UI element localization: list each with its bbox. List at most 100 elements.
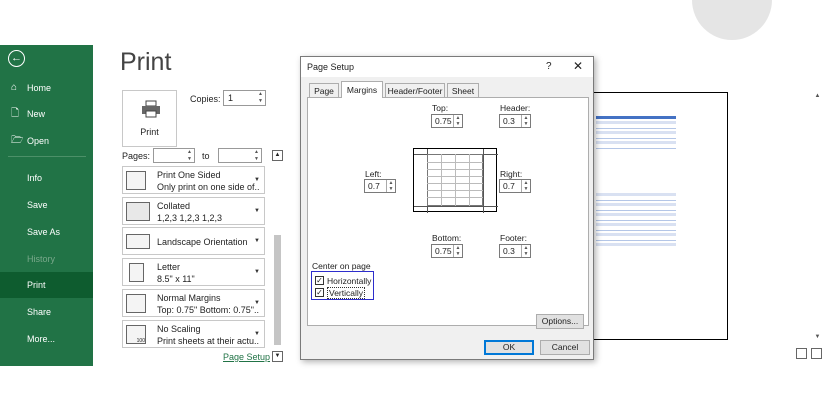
spin-arrows-icon[interactable]: ▲ ▼ [185,149,194,162]
preview-row [596,121,676,124]
nav-item-save[interactable]: Save [0,192,93,218]
spin-arrows-icon[interactable]: ▲ ▼ [453,245,462,257]
option-title: Print One Sided [157,170,221,180]
scroll-up-icon[interactable]: ▲ [272,150,283,161]
preview-view-controls [796,348,824,360]
copies-label: Copies: [190,94,221,104]
spin-arrows-icon[interactable]: ▲ ▼ [256,91,265,105]
preview-scrollbar[interactable]: ▲ ▼ [813,92,822,342]
preview-row [596,136,676,139]
nav-item-info[interactable]: Info [0,165,93,191]
field-value: 0.75 [435,116,452,126]
footer-margin-label: Footer: [500,233,527,243]
sides-dropdown[interactable]: Print One Sided Only print on one side o… [122,166,265,194]
nav-item-history: History [0,246,93,272]
chevron-down-icon: ▼ [254,208,260,214]
nav-item-label: History [27,254,56,264]
landscape-icon [126,234,150,249]
horizontally-checkbox[interactable]: ✓ Horizontally [315,275,371,286]
grid-line [427,162,483,163]
checkbox-label: Horizontally [327,275,372,286]
scroll-down-icon[interactable]: ▼ [272,351,283,362]
chevron-down-icon: ▼ [254,300,260,306]
preview-row [596,198,676,201]
option-subtitle: Top: 0.75" Bottom: 0.75"... [157,305,259,315]
zoom-to-page-icon[interactable] [811,348,822,359]
dialog-titlebar: Page Setup ? ✕ [301,57,593,77]
center-options-highlight: ✓ Horizontally ✓ Vertically [311,271,374,300]
cancel-button[interactable]: Cancel [540,340,590,355]
tab-page[interactable]: Page [309,83,339,98]
footer-margin-input[interactable]: 0.3 ▲ ▼ [499,244,531,258]
preview-row [596,131,676,134]
field-value: 0.3 [503,246,515,256]
bottom-margin-input[interactable]: 0.75 ▲ ▼ [431,244,463,258]
nav-item-new[interactable]: 🗋 New [0,101,93,127]
checkmark-icon: ✓ [315,288,324,297]
collation-dropdown[interactable]: Collated 1,2,3 1,2,3 1,2,3 ▼ [122,197,265,225]
pages-from-input[interactable]: ▲ ▼ [153,148,195,163]
left-margin-input[interactable]: 0.7 ▲ ▼ [364,179,396,193]
copies-stepper[interactable]: 1 ▲ ▼ [223,90,266,106]
nav-item-label: New [27,109,46,119]
margins-panel: Top: 0.75 ▲ ▼ Header: 0.3 ▲ ▼ Left: 0.7 ▲ ▼… [307,97,589,329]
field-value: 0.7 [503,181,515,191]
nav-item-share[interactable]: Share [0,299,93,325]
option-subtitle: Only print on one side of... [157,182,259,192]
print-button[interactable]: Print [122,90,177,147]
help-icon[interactable]: ? [546,61,552,72]
paper-size-icon [129,263,144,282]
nav-item-more[interactable]: More... [0,326,93,352]
spin-arrows-icon[interactable]: ▲ ▼ [521,115,530,127]
nav-item-home[interactable]: ⌂ Home [0,75,93,101]
preview-row [596,146,676,149]
spin-arrows-icon[interactable]: ▲ ▼ [453,115,462,127]
close-icon[interactable]: ✕ [573,59,583,73]
nav-item-label: Save As [27,227,61,237]
chevron-down-icon: ▼ [254,238,260,244]
preview-row [596,233,676,236]
preview-row [596,228,676,231]
spin-arrows-icon[interactable]: ▲ ▼ [521,180,530,192]
paper-size-dropdown[interactable]: Letter 8.5" x 11" ▼ [122,258,265,286]
margin-guide [483,149,484,213]
top-margin-input[interactable]: 0.75 ▲ ▼ [431,114,463,128]
preview-row [596,218,676,221]
header-margin-label: Header: [500,103,531,113]
preview-row [596,141,676,144]
scroll-up-icon[interactable]: ▲ [813,92,822,101]
nav-item-save-as[interactable]: Save As [0,219,93,245]
scrollbar-thumb[interactable] [274,235,281,345]
page-setup-link[interactable]: Page Setup [223,352,270,362]
show-margins-icon[interactable] [796,348,807,359]
back-arrow-icon[interactable]: ← [8,50,25,67]
settings-scrollbar[interactable]: ▲ ▼ [272,150,283,362]
nav-item-open[interactable]: 🗁 Open [0,128,93,154]
tab-header-footer[interactable]: Header/Footer [385,83,445,98]
spin-arrows-icon[interactable]: ▲ ▼ [521,245,530,257]
nav-item-print[interactable]: Print [0,272,93,298]
grid-line [427,190,483,191]
spin-arrows-icon[interactable]: ▲ ▼ [252,149,261,162]
right-margin-input[interactable]: 0.7 ▲ ▼ [499,179,531,193]
tab-margins[interactable]: Margins [341,81,383,98]
preview-row [596,193,676,196]
pages-to-input[interactable]: ▲ ▼ [218,148,262,163]
grid-line [427,183,483,184]
ok-button[interactable]: OK [484,340,534,355]
page-title: Print [120,48,172,76]
vertically-checkbox[interactable]: ✓ Vertically [315,286,366,299]
margins-preview-diagram [413,148,498,213]
scroll-down-icon[interactable]: ▼ [813,333,822,342]
nav-item-label: Open [27,136,50,146]
tab-sheet[interactable]: Sheet [447,83,479,98]
scaling-dropdown[interactable]: 100 No Scaling Print sheets at their act… [122,320,265,348]
orientation-dropdown[interactable]: Landscape Orientation ▼ [122,227,265,255]
spin-arrows-icon[interactable]: ▲ ▼ [386,180,395,192]
option-title: Letter [157,262,181,272]
header-margin-input[interactable]: 0.3 ▲ ▼ [499,114,531,128]
options-button[interactable]: Options... [536,314,584,329]
option-subtitle: 1,2,3 1,2,3 1,2,3 [157,213,223,223]
preview-row [596,208,676,211]
margins-dropdown[interactable]: Normal Margins Top: 0.75" Bottom: 0.75".… [122,289,265,317]
